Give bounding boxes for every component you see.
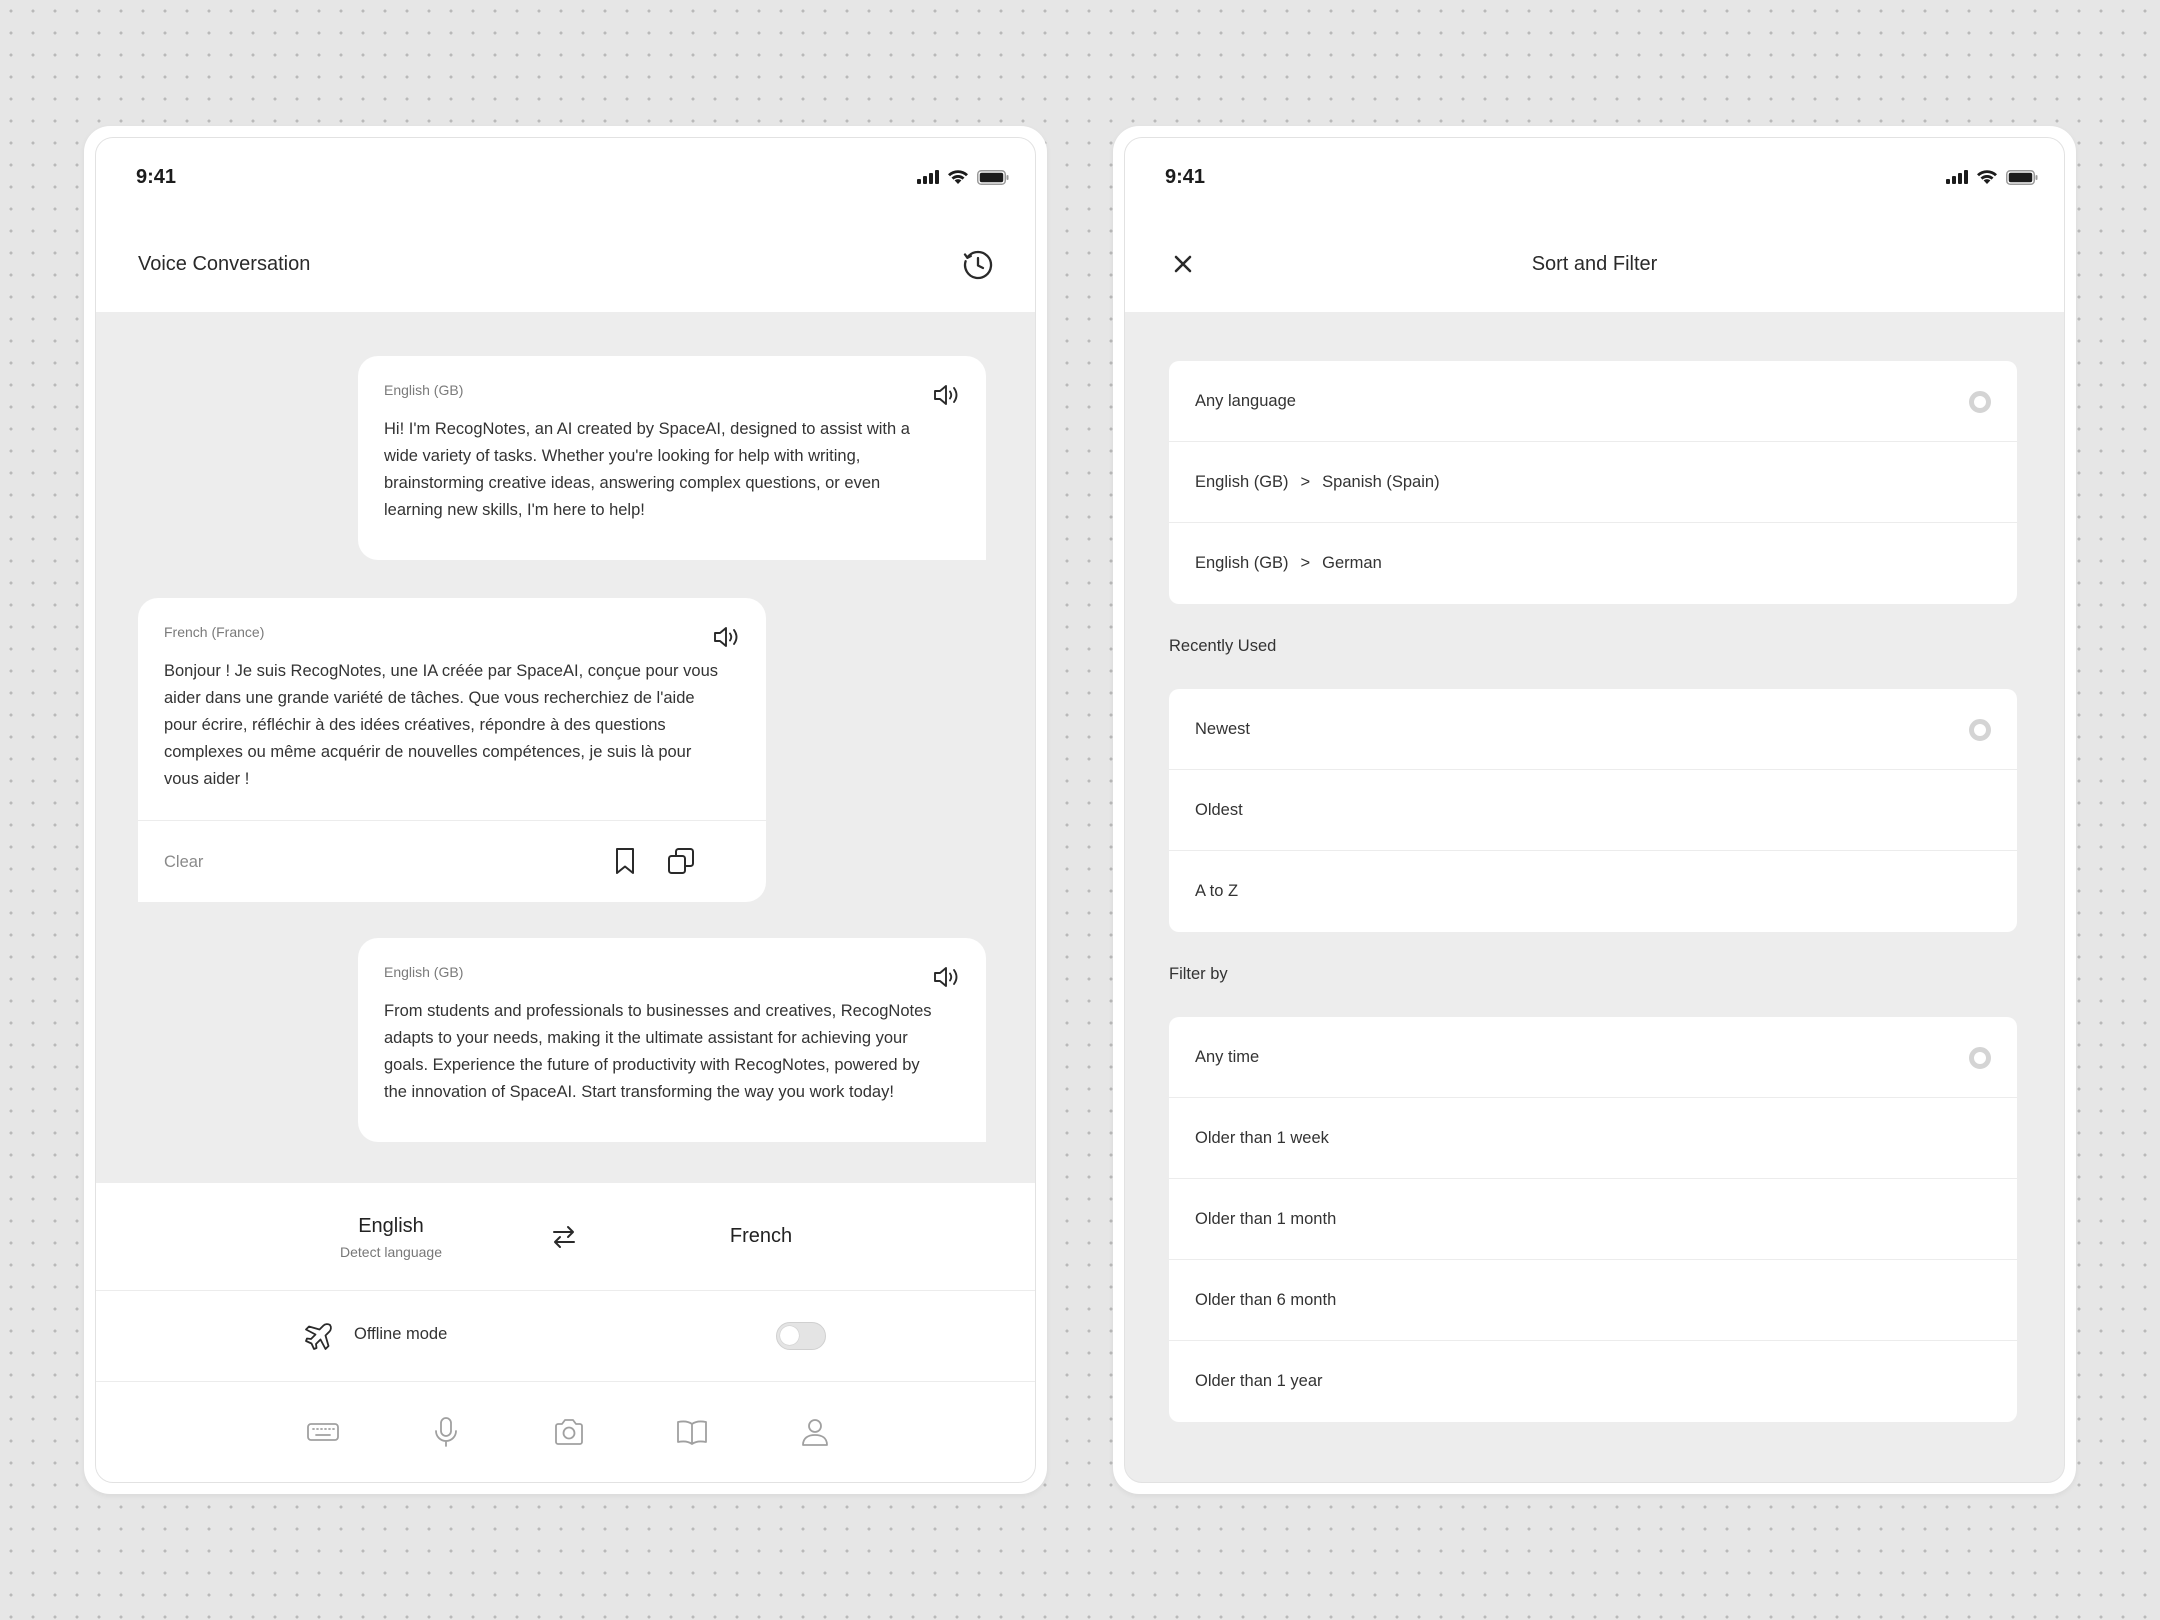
source-language: English	[358, 1215, 424, 1237]
from-language: English (GB)	[1195, 554, 1289, 572]
status-bar: 9:41	[96, 138, 1035, 216]
option-label: Older than 1 month	[1195, 1209, 1337, 1228]
speaker-icon[interactable]	[932, 964, 962, 990]
status-time: 9:41	[1165, 165, 1206, 188]
page-title: Voice Conversation	[138, 252, 311, 275]
message-language: French (France)	[164, 624, 265, 640]
message-bubble-english: English (GB) Hi! I'm RecogNotes, an AI c…	[358, 356, 986, 560]
signal-icon	[1946, 170, 1968, 184]
message-language: English (GB)	[384, 382, 464, 398]
arrow-separator: >	[1300, 472, 1311, 491]
app-header: Voice Conversation	[96, 216, 1035, 312]
message-text: Hi! I'm RecogNotes, an AI created by Spa…	[384, 420, 910, 519]
option-older-6-month[interactable]: Older than 6 month	[1169, 1260, 2017, 1341]
option-english-spanish[interactable]: English (GB) > Spanish (Spain)	[1169, 442, 2017, 523]
speaker-icon[interactable]	[712, 624, 742, 650]
offline-mode-toggle[interactable]	[776, 1322, 826, 1350]
message-language: English (GB)	[384, 964, 464, 980]
toggle-knob	[780, 1326, 799, 1345]
status-bar: 9:41	[1125, 138, 2064, 216]
source-language-button[interactable]: English Detect language	[306, 1215, 476, 1260]
option-label: Older than 6 month	[1195, 1290, 1337, 1309]
battery-icon	[977, 169, 1009, 185]
option-label: Older than 1 year	[1195, 1372, 1323, 1390]
divider	[96, 1381, 1035, 1382]
radio-button[interactable]	[1969, 719, 1991, 741]
microphone-icon[interactable]	[429, 1415, 463, 1449]
section-label-filter-by: Filter by	[1169, 965, 1228, 983]
to-language: German	[1322, 554, 1382, 572]
radio-button[interactable]	[1969, 1047, 1991, 1069]
speaker-icon[interactable]	[932, 382, 962, 408]
airplane-icon	[305, 1323, 332, 1350]
option-label: Newest	[1195, 719, 1251, 738]
book-icon[interactable]	[675, 1415, 709, 1449]
section-label-recently-used: Recently Used	[1169, 637, 1277, 655]
message-bubble-english: English (GB) From students and professio…	[358, 938, 986, 1142]
option-label: Oldest	[1195, 800, 1243, 819]
detect-language-label: Detect language	[340, 1244, 442, 1260]
message-bubble-french: French (France) Bonjour ! Je suis RecogN…	[138, 598, 766, 902]
status-icons	[1946, 169, 2038, 185]
wifi-icon	[948, 170, 968, 184]
option-a-to-z[interactable]: A to Z	[1169, 851, 2017, 932]
profile-icon[interactable]	[798, 1415, 832, 1449]
voice-conversation-screen: 9:41 Voice Conversation English (GB) Hi!…	[95, 137, 1036, 1483]
target-language-button[interactable]: French	[686, 1225, 836, 1248]
message-text: Bonjour ! Je suis RecogNotes, une IA cré…	[164, 662, 718, 788]
voice-conversation-device: 9:41 Voice Conversation English (GB) Hi!…	[84, 126, 1047, 1494]
page-title: Sort and Filter	[1531, 252, 1658, 275]
option-label: A to Z	[1195, 882, 1239, 900]
option-english-german[interactable]: English (GB) > German	[1169, 523, 2017, 604]
offline-mode-label: Offline mode	[354, 1325, 448, 1343]
bookmark-icon[interactable]	[612, 846, 638, 876]
option-label: Any language	[1195, 391, 1296, 410]
sort-filter-device: 9:41 Sort and Filter Any language Englis…	[1113, 126, 2076, 1494]
sort-card: Newest Oldest A to Z	[1169, 689, 2017, 932]
clear-button[interactable]: Clear	[164, 853, 203, 872]
tab-bar	[96, 1383, 1035, 1482]
option-older-1-month[interactable]: Older than 1 month	[1169, 1179, 2017, 1260]
status-icons	[917, 169, 1009, 185]
status-time: 9:41	[136, 165, 177, 188]
sort-filter-screen: 9:41 Sort and Filter Any language Englis…	[1124, 137, 2065, 1483]
battery-icon	[2006, 169, 2038, 185]
message-text: From students and professionals to busin…	[384, 1002, 932, 1101]
option-label: Older than 1 week	[1195, 1128, 1329, 1147]
radio-button[interactable]	[1969, 391, 1991, 413]
option-oldest[interactable]: Oldest	[1169, 770, 2017, 851]
option-older-1-week[interactable]: Older than 1 week	[1169, 1098, 2017, 1179]
copy-icon[interactable]	[666, 846, 696, 876]
option-any-language[interactable]: Any language	[1169, 361, 2017, 442]
option-any-time[interactable]: Any time	[1169, 1017, 2017, 1098]
app-header: Sort and Filter	[1125, 216, 2064, 312]
wifi-icon	[1977, 170, 1997, 184]
option-older-1-year[interactable]: Older than 1 year	[1169, 1341, 2017, 1422]
to-language: Spanish (Spain)	[1322, 472, 1440, 491]
bottom-panel: English Detect language French Offline m…	[96, 1183, 1035, 1482]
filter-card: Any time Older than 1 week Older than 1 …	[1169, 1017, 2017, 1422]
language-selector: English Detect language French	[96, 1183, 1035, 1290]
signal-icon	[917, 170, 939, 184]
keyboard-icon[interactable]	[306, 1415, 340, 1449]
swap-languages-icon[interactable]	[550, 1223, 578, 1251]
history-icon[interactable]	[961, 248, 995, 282]
bubble-divider	[138, 820, 766, 821]
arrow-separator: >	[1300, 554, 1311, 572]
option-label: Any time	[1195, 1047, 1260, 1066]
option-newest[interactable]: Newest	[1169, 689, 2017, 770]
from-language: English (GB)	[1195, 472, 1289, 491]
camera-icon[interactable]	[552, 1415, 586, 1449]
offline-mode-row: Offline mode	[96, 1291, 1035, 1381]
language-filter-card: Any language English (GB) > Spanish (Spa…	[1169, 361, 2017, 604]
